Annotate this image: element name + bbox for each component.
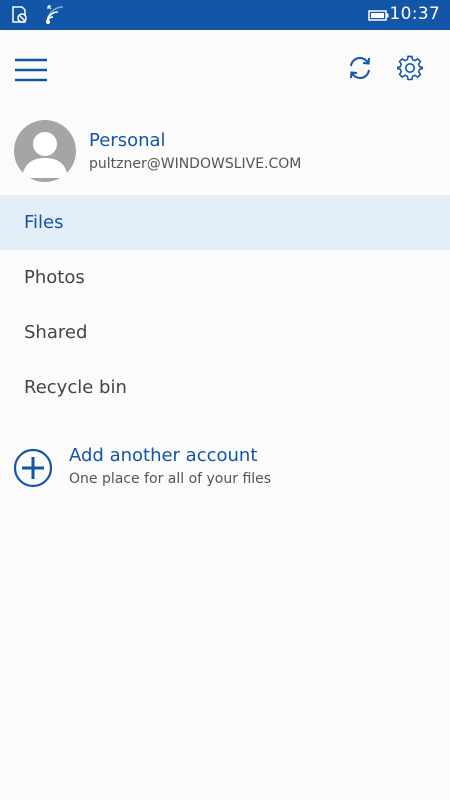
account-header[interactable]: Personal pultzner@WINDOWSLIVE.COM [0,112,450,192]
add-account-button[interactable]: Add another account One place for all of… [0,440,450,500]
nav-item-files[interactable]: Files [0,195,450,250]
hamburger-icon[interactable] [15,57,47,83]
notification-icon [10,5,30,25]
avatar [14,120,76,182]
toolbar [0,30,450,110]
account-email: pultzner@WINDOWSLIVE.COM [89,156,302,172]
account-name: Personal [89,130,166,151]
clock: 10:37 [389,4,440,24]
add-account-subtitle: One place for all of your files [69,471,272,487]
add-circle-icon [13,448,53,488]
nav-item-photos[interactable]: Photos [0,250,450,305]
status-bar: 10:37 [0,0,450,30]
nav-list: Files Photos Shared Recycle bin [0,195,450,415]
gear-icon[interactable] [397,55,423,81]
sync-icon[interactable] [347,55,373,81]
battery-icon [368,5,390,25]
add-account-title: Add another account [69,445,258,466]
wifi-icon [45,5,65,25]
nav-item-shared[interactable]: Shared [0,305,450,360]
nav-item-recycle-bin[interactable]: Recycle bin [0,360,450,415]
